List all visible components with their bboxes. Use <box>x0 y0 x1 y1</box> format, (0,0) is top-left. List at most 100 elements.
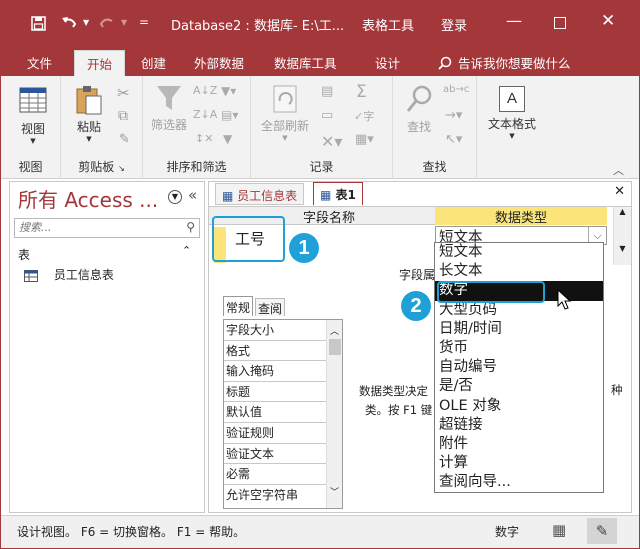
tab-design[interactable]: 设计 <box>375 53 400 72</box>
save-icon[interactable] <box>31 16 46 31</box>
group-clipboard: 粘贴 ▼ ✂ ⧉ ✎ 剪贴板 ↘ <box>61 76 143 179</box>
group-label-clipboard: 剪贴板 ↘ <box>78 160 125 174</box>
nav-section-tables[interactable]: 表 <box>18 246 30 263</box>
grid-scrollbar[interactable]: ▲ ▼ <box>613 207 631 265</box>
text-format-button[interactable]: A 文本格式 ▼ <box>479 86 545 140</box>
sort-descending-icon: Z↓A <box>193 108 218 121</box>
tab-external-data[interactable]: 外部数据 <box>194 53 244 72</box>
collapse-ribbon-icon[interactable]: ︿ <box>613 162 624 178</box>
scroll-up-icon[interactable]: ▲ <box>614 207 631 216</box>
tab-home[interactable]: 开始 <box>74 50 126 76</box>
ribbon-tabs: 文件 开始 创建 外部数据 数据库工具 设计 告诉我你想要做什么 <box>1 45 639 76</box>
spelling-icon: ✓字 <box>354 110 375 123</box>
close-button[interactable]: ✕ <box>601 11 615 31</box>
close-doc-icon[interactable]: ✕ <box>614 184 625 199</box>
text-format-dropdown-icon: ▼ <box>509 132 515 140</box>
prop-scrollbar[interactable]: ︿ ﹀ <box>326 320 342 508</box>
tab-file[interactable]: 文件 <box>27 53 52 72</box>
goto-icon: →▾ <box>445 108 463 123</box>
login-link[interactable]: 登录 <box>441 15 467 34</box>
sort-ascending-icon: A↓Z <box>193 84 218 97</box>
callout-number-option <box>437 281 545 303</box>
dropdown-option[interactable]: 附件 <box>435 435 603 454</box>
text-format-icon: A <box>499 86 525 112</box>
paste-button[interactable]: 粘贴 ▼ <box>69 84 109 143</box>
nav-section-collapse-icon[interactable]: ⌃ <box>182 244 191 257</box>
copy-icon: ⧉ <box>118 108 128 124</box>
group-text-format: A 文本格式 ▼ <box>477 76 547 179</box>
tell-me-input[interactable]: 告诉我你想要做什么 <box>458 53 571 72</box>
maximize-button[interactable] <box>554 17 566 29</box>
view-label: 视图 <box>20 122 45 136</box>
scroll-up-icon[interactable]: ︿ <box>327 324 342 337</box>
dropdown-option[interactable]: 日期/时间 <box>435 320 603 339</box>
delete-record-icon: ✕▾ <box>321 132 343 151</box>
group-sort-filter: 筛选器 A↓Z Z↓A ↕✕ ▼▾ ▤▾ ▼ 排序和筛选 <box>143 76 251 179</box>
minimize-button[interactable]: — <box>506 11 522 30</box>
prop-required[interactable]: 必需 <box>224 464 326 485</box>
prop-field-size[interactable]: 字段大小 <box>224 320 326 341</box>
document-title: Database2 : 数据库- E:\工... <box>171 19 345 34</box>
search-icon[interactable]: ⚲ <box>186 220 195 234</box>
scroll-down-icon[interactable]: ﹀ <box>327 485 342 498</box>
datasheet-view-icon <box>19 87 47 113</box>
prop-validation-text[interactable]: 验证文本 <box>224 444 326 465</box>
doc-tab-employee[interactable]: ▦ 员工信息表 <box>215 183 305 205</box>
dropdown-option[interactable]: OLE 对象 <box>435 397 603 416</box>
nav-search-box[interactable]: ⚲ <box>14 218 200 238</box>
step-badge-1: 1 <box>289 233 319 263</box>
nav-item-employee-table[interactable]: 员工信息表 <box>24 266 114 283</box>
undo-dropdown-icon[interactable]: ▼ <box>83 18 89 27</box>
prop-caption[interactable]: 标题 <box>224 382 326 403</box>
advanced-filter-icon: ▤▾ <box>221 108 239 122</box>
undo-icon[interactable] <box>61 16 77 30</box>
tab-database-tools[interactable]: 数据库工具 <box>274 53 337 72</box>
find-label: 查找 <box>406 120 431 134</box>
select-icon: ↖▾ <box>445 132 463 147</box>
view-dropdown-icon: ▼ <box>30 137 36 145</box>
scroll-thumb[interactable] <box>328 339 341 355</box>
nav-pane-title[interactable]: 所有 Access ... <box>18 184 158 213</box>
prop-input-mask[interactable]: 输入掩码 <box>224 361 326 382</box>
new-record-icon: ▤ <box>321 84 334 99</box>
prop-validation-rule[interactable]: 验证规则 <box>224 423 326 444</box>
scroll-down-icon[interactable]: ▼ <box>614 244 631 253</box>
design-view-switch-icon[interactable]: ✎ <box>587 518 617 544</box>
dropdown-option[interactable]: 是/否 <box>435 377 603 396</box>
prop-default-value[interactable]: 默认值 <box>224 402 326 423</box>
nav-search-input[interactable] <box>15 219 175 236</box>
prop-allow-zero-length[interactable]: 允许空字符串 <box>224 485 326 506</box>
lightbulb-search-icon <box>438 56 452 70</box>
customize-qat-icon[interactable]: = <box>139 15 149 29</box>
group-label-views: 视图 <box>18 160 43 174</box>
datasheet-view-switch-icon[interactable]: ▦ <box>552 521 566 539</box>
refresh-all-button: 全部刷新 ▼ <box>255 84 315 142</box>
dropdown-option[interactable]: 查阅向导... <box>435 473 603 492</box>
cut-icon: ✂ <box>117 84 130 102</box>
dropdown-option[interactable]: 短文本 <box>435 243 603 262</box>
dropdown-option[interactable]: 长文本 <box>435 262 603 281</box>
col-header-data-type-label: 数据类型 <box>494 211 547 226</box>
dropdown-option[interactable]: 超链接 <box>435 416 603 435</box>
dropdown-option[interactable]: 大型页码 <box>435 301 603 320</box>
prop-tab-general[interactable]: 常规 <box>223 296 254 316</box>
paste-dropdown-icon: ▼ <box>86 135 92 143</box>
doc-tab-table1[interactable]: ▦ 表1 <box>313 182 363 205</box>
col-header-data-type: 数据类型 <box>435 207 607 226</box>
nav-collapse-icon[interactable]: « <box>188 186 197 204</box>
prop-tab-label: 常规 <box>226 301 251 315</box>
text-format-label: 文本格式 <box>487 117 536 131</box>
tab-create[interactable]: 创建 <box>141 53 166 72</box>
dropdown-option[interactable]: 货币 <box>435 339 603 358</box>
clipboard-launcher-icon[interactable]: ↘ <box>118 164 125 173</box>
dropdown-option[interactable]: 自动编号 <box>435 358 603 377</box>
step-badge-2: 2 <box>401 291 431 321</box>
filter-label: 筛选器 <box>150 118 187 132</box>
dropdown-option[interactable]: 计算 <box>435 454 603 473</box>
mouse-cursor-icon <box>557 289 572 310</box>
prop-format[interactable]: 格式 <box>224 341 326 362</box>
prop-tab-lookup[interactable]: 查阅 <box>255 298 286 316</box>
help-line-1-end: 种 <box>611 383 623 397</box>
view-button[interactable]: 视图 ▼ <box>13 86 53 145</box>
nav-menu-icon[interactable]: ▼ <box>168 190 182 204</box>
